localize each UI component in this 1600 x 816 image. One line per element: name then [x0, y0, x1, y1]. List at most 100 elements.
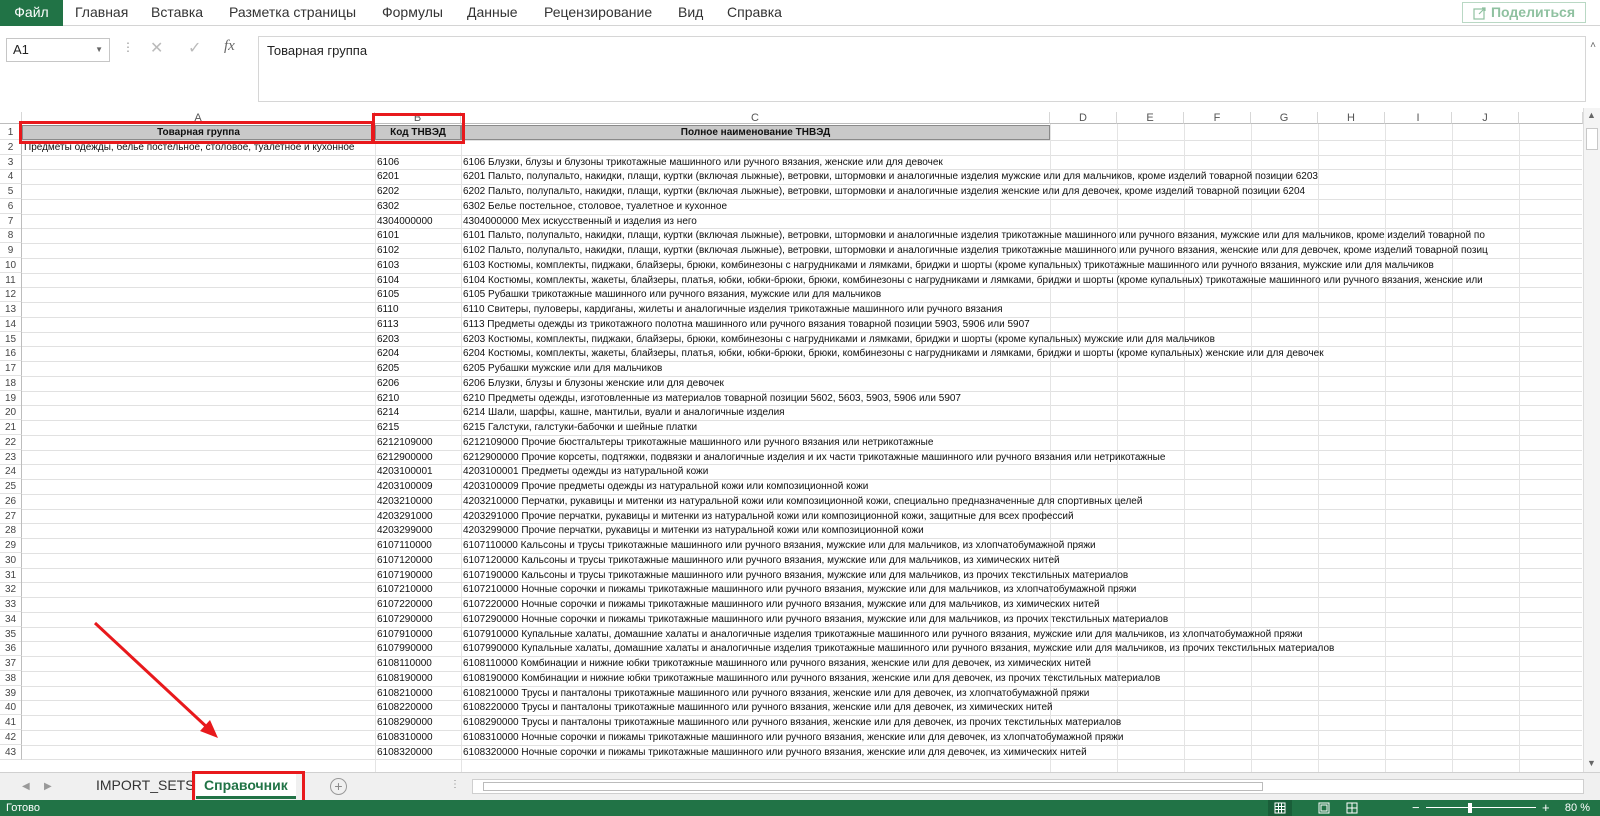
zoom-out-icon[interactable]: −: [1412, 800, 1420, 816]
cell-tnved-name[interactable]: 6202 Пальто, полупальто, накидки, плащи,…: [461, 184, 1583, 199]
cell-tnved-code[interactable]: 6212109000: [375, 435, 461, 450]
cell-tnved-name[interactable]: 6108310000 Ночные сорочки и пижамы трико…: [461, 730, 1583, 745]
tab-view[interactable]: Вид: [678, 0, 703, 26]
row-header[interactable]: 17: [0, 361, 22, 376]
row-header[interactable]: 7: [0, 213, 22, 229]
row-header[interactable]: 25: [0, 479, 22, 494]
cell-tnved-name[interactable]: 4203100009 Прочие предметы одежды из нат…: [461, 479, 1583, 494]
cell-tnved-name[interactable]: 6203 Костюмы, комплекты, пиджаки, блайзе…: [461, 332, 1583, 347]
cell-tnved-code[interactable]: 6203: [375, 332, 461, 347]
col-header-g[interactable]: G: [1251, 112, 1318, 124]
row-header[interactable]: 33: [0, 597, 22, 612]
cell-tnved-code[interactable]: 4203210000: [375, 494, 461, 509]
row-header[interactable]: 14: [0, 316, 22, 332]
col-header-d[interactable]: D: [1050, 112, 1117, 124]
cell-tnved-code[interactable]: 6201: [375, 169, 461, 184]
row-header[interactable]: 8: [0, 228, 22, 244]
cell-tnved-code[interactable]: 6214: [375, 405, 461, 420]
cell-tnved-code[interactable]: 6107290000: [375, 612, 461, 627]
zoom-track[interactable]: [1426, 807, 1536, 808]
cell-tnved-code[interactable]: 6108290000: [375, 715, 461, 730]
cell-tnved-name[interactable]: 6302 Белье постельное, столовое, туалетн…: [461, 199, 1583, 214]
formula-input[interactable]: Товарная группа: [258, 36, 1586, 102]
cell-tnved-name[interactable]: 6107220000 Ночные сорочки и пижамы трико…: [461, 597, 1583, 612]
cell-tnved-code[interactable]: 6107120000: [375, 553, 461, 568]
cancel-icon[interactable]: ✕: [150, 38, 163, 58]
row-header[interactable]: 5: [0, 184, 22, 199]
cell-tnved-name[interactable]: 6113 Предметы одежды из трикотажного пол…: [461, 317, 1583, 332]
cell-tnved-name[interactable]: 4203100001 Предметы одежды из натурально…: [461, 464, 1583, 479]
cell-tnved-name[interactable]: 6102 Пальто, полупальто, накидки, плащи,…: [461, 243, 1583, 258]
tab-formulas[interactable]: Формулы: [382, 0, 443, 26]
row-header[interactable]: 18: [0, 375, 22, 391]
chevron-down-icon[interactable]: ▼: [95, 39, 103, 61]
cell-tnved-code[interactable]: 6107220000: [375, 597, 461, 612]
page-layout-view-button[interactable]: [1312, 800, 1336, 816]
zoom-knob[interactable]: [1468, 803, 1472, 813]
col-header-i[interactable]: I: [1385, 112, 1452, 124]
spreadsheet-grid[interactable]: A B C D E F G H I J 1 2 3 4 5 6 7 8 9 10 11 12 13 14 1…: [0, 108, 1600, 772]
row-header[interactable]: 23: [0, 449, 22, 465]
row-header[interactable]: 9: [0, 243, 22, 258]
cell-tnved-name[interactable]: 6212900000 Прочие корсеты, подтяжки, под…: [461, 450, 1583, 465]
cell-tnved-code[interactable]: 6108310000: [375, 730, 461, 745]
cell-tnved-code[interactable]: 6302: [375, 199, 461, 214]
cell-tnved-code[interactable]: 4203100009: [375, 479, 461, 494]
cell-tnved-code[interactable]: 6107190000: [375, 568, 461, 583]
row-header[interactable]: 22: [0, 434, 22, 450]
row-header[interactable]: 24: [0, 464, 22, 480]
cell-tnved-code[interactable]: 6212900000: [375, 450, 461, 465]
cell-tnved-name[interactable]: 6107190000 Кальсоны и трусы трикотажные …: [461, 568, 1583, 583]
cell-tnved-name[interactable]: 6107210000 Ночные сорочки и пижамы трико…: [461, 582, 1583, 597]
vertical-scroll-thumb[interactable]: [1586, 128, 1598, 150]
row-header[interactable]: 16: [0, 346, 22, 362]
row-header[interactable]: 43: [0, 744, 22, 760]
row-header[interactable]: 32: [0, 582, 22, 598]
horizontal-scrollbar[interactable]: [472, 779, 1584, 794]
cell-tnved-code[interactable]: 6113: [375, 317, 461, 332]
row-header[interactable]: 42: [0, 729, 22, 745]
row-header[interactable]: 36: [0, 641, 22, 657]
row-header[interactable]: 10: [0, 257, 22, 273]
cell-tnved-code[interactable]: 6102: [375, 243, 461, 258]
col-header-f[interactable]: F: [1184, 112, 1251, 124]
cell-tnved-name[interactable]: 6214 Шали, шарфы, кашне, мантильи, вуали…: [461, 405, 1583, 420]
cell-tnved-code[interactable]: 6205: [375, 361, 461, 376]
row-header[interactable]: 20: [0, 405, 22, 421]
zoom-level[interactable]: 80 %: [1565, 800, 1590, 816]
zoom-in-icon[interactable]: +: [1542, 800, 1550, 816]
row-header[interactable]: 29: [0, 538, 22, 553]
row-header[interactable]: 27: [0, 508, 22, 524]
col-header-e[interactable]: E: [1117, 112, 1184, 124]
cell-tnved-name[interactable]: 6107290000 Ночные сорочки и пижамы трико…: [461, 612, 1583, 627]
row-header[interactable]: 3: [0, 154, 22, 170]
cell-tnved-code[interactable]: 6108320000: [375, 745, 461, 760]
share-button[interactable]: Поделиться: [1462, 2, 1586, 23]
row-header[interactable]: 6: [0, 198, 22, 214]
row-header[interactable]: 15: [0, 331, 22, 347]
cell-tnved-name[interactable]: 6206 Блузки, блузы и блузоны женские или…: [461, 376, 1583, 391]
row-header[interactable]: 4: [0, 169, 22, 185]
cell-tnved-name[interactable]: 6107910000 Купальные халаты, домашние ха…: [461, 627, 1583, 642]
cell-tnved-code[interactable]: 6107990000: [375, 641, 461, 656]
cell-tnved-name[interactable]: 6106 Блузки, блузы и блузоны трикотажные…: [461, 155, 1583, 170]
cell-tnved-name[interactable]: 6108210000 Трусы и панталоны трикотажные…: [461, 686, 1583, 701]
cell-tnved-name[interactable]: 6108190000 Комбинации и нижние юбки трик…: [461, 671, 1583, 686]
cell-tnved-name[interactable]: 6108320000 Ночные сорочки и пижамы трико…: [461, 745, 1583, 760]
row-header[interactable]: 35: [0, 626, 22, 642]
cell-tnved-code[interactable]: 4203299000: [375, 523, 461, 538]
row-header[interactable]: 38: [0, 670, 22, 686]
cell-tnved-code[interactable]: 6101: [375, 228, 461, 243]
cell-tnved-name[interactable]: 6104 Костюмы, комплекты, жакеты, блайзер…: [461, 273, 1583, 288]
tab-data[interactable]: Данные: [467, 0, 518, 26]
row-header[interactable]: 13: [0, 302, 22, 317]
row-header[interactable]: 28: [0, 523, 22, 539]
tab-file[interactable]: Файл: [0, 0, 63, 26]
cell-tnved-name[interactable]: 6215 Галстуки, галстуки-бабочки и шейные…: [461, 420, 1583, 435]
tabs-split-handle-icon[interactable]: ⋮: [450, 779, 460, 790]
cell-tnved-code[interactable]: 6107210000: [375, 582, 461, 597]
cell-tnved-name[interactable]: 4304000000 Мех искусственный и изделия и…: [461, 214, 1583, 229]
cell-tnved-name[interactable]: 6108220000 Трусы и панталоны трикотажные…: [461, 700, 1583, 715]
cell-tnved-name[interactable]: 6205 Рубашки мужские или для мальчиков: [461, 361, 1583, 376]
cell-tnved-code[interactable]: 4203100001: [375, 464, 461, 479]
